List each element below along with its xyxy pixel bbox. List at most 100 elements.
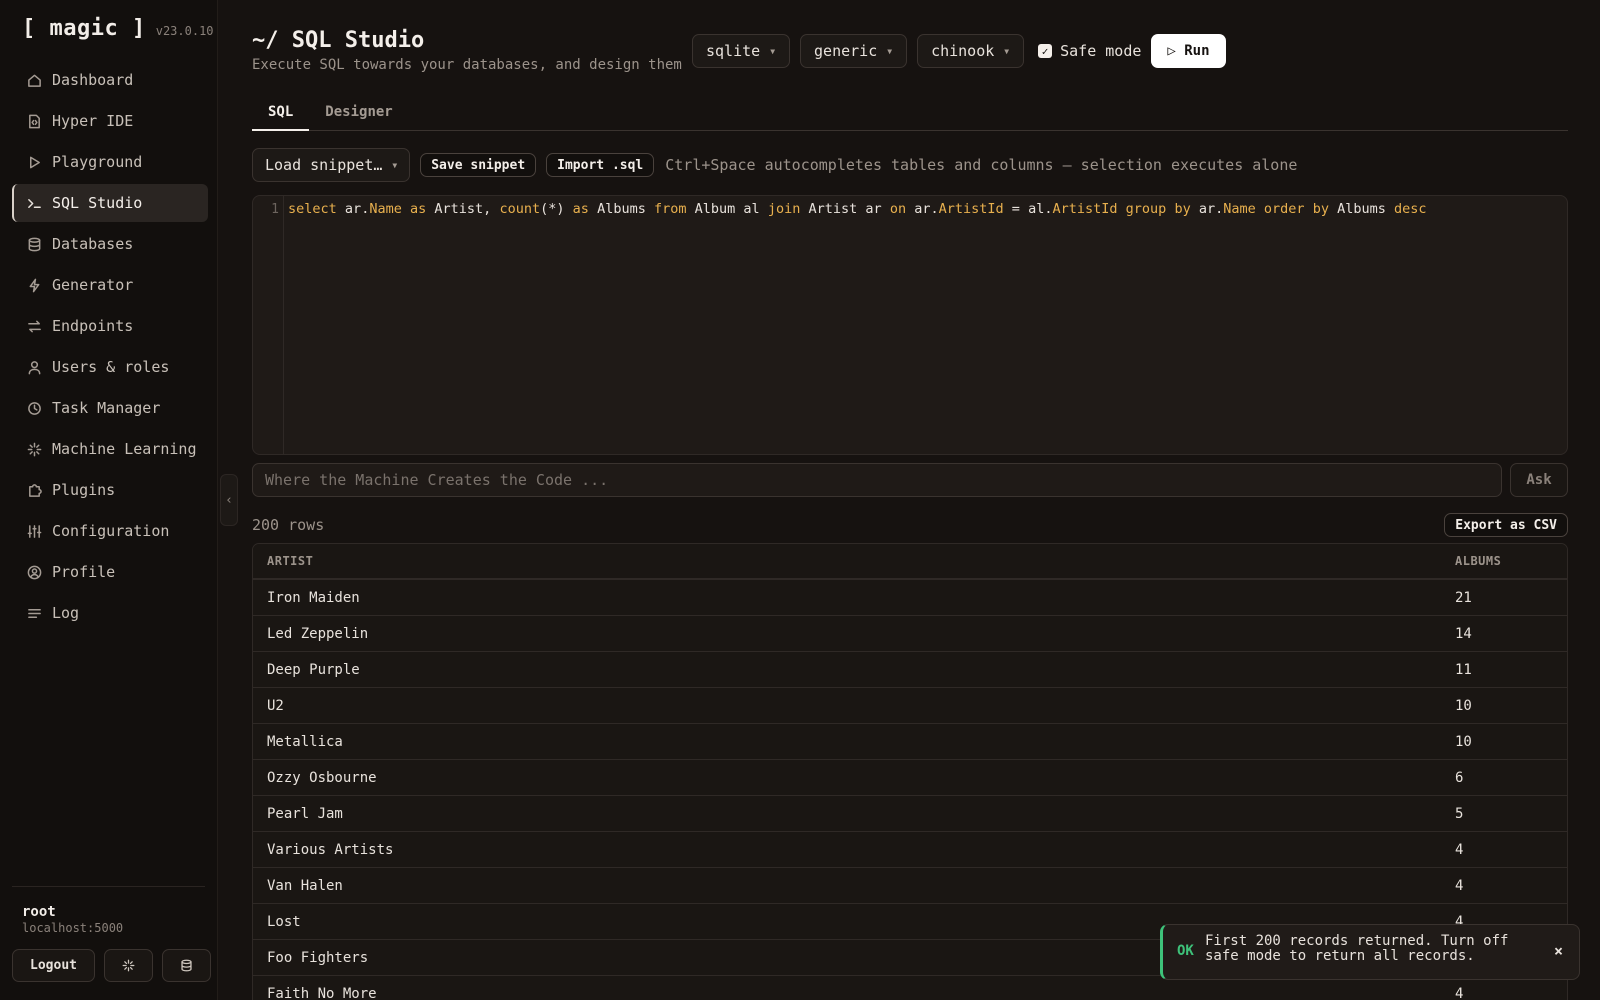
sidebar-item-label: Configuration [52, 522, 170, 540]
tab-sql[interactable]: SQL [252, 96, 310, 131]
sidebar-item-label: Playground [52, 153, 143, 171]
sliders-icon [26, 523, 42, 539]
cell-artist: Pearl Jam [267, 805, 343, 822]
cell-artist: Deep Purple [267, 661, 360, 678]
load-snippet-select[interactable]: Load snippet… ▼ [252, 148, 411, 182]
home-icon [26, 72, 42, 88]
ask-row: Ask [252, 463, 1568, 497]
sidebar: [ magic ] v23.0.10 Dashboard Hyper IDE P… [0, 0, 218, 1000]
cell-artist: Van Halen [267, 877, 343, 894]
sidebar-item-label: Hyper IDE [52, 112, 134, 130]
safe-mode-checkbox[interactable]: ✓ [1038, 44, 1053, 58]
database-icon [26, 236, 42, 252]
sidebar-item-label: Profile [52, 563, 116, 581]
cell-artist: Foo Fighters [267, 949, 369, 966]
sql-code-line[interactable]: select ar.Name as Artist, count(*) as Al… [288, 201, 1427, 217]
table-row[interactable]: Ozzy Osbourne 6 [253, 760, 1567, 796]
import-sql-button[interactable]: Import .sql [546, 153, 655, 177]
sidebar-item-hyper-ide[interactable]: Hyper IDE [12, 102, 208, 140]
editor-hint: Ctrl+Space autocompletes tables and colu… [665, 156, 1298, 174]
sidebar-item-dashboard[interactable]: Dashboard [12, 61, 208, 99]
sidebar-item-label: Log [52, 604, 80, 622]
sidebar-item-databases[interactable]: Databases [12, 225, 208, 263]
safe-mode-toggle[interactable]: ✓ Safe mode [1038, 42, 1141, 60]
ask-button[interactable]: Ask [1510, 463, 1568, 497]
sidebar-item-configuration[interactable]: Configuration [12, 512, 208, 550]
run-button[interactable]: ▷ Run [1151, 34, 1226, 68]
sidebar-item-endpoints[interactable]: Endpoints [12, 307, 208, 345]
table-row[interactable]: Van Halen 4 [253, 868, 1567, 904]
close-icon[interactable]: × [1554, 942, 1563, 960]
sidebar-item-playground[interactable]: Playground [12, 143, 208, 181]
editor-toolbar: Load snippet… ▼ Save snippet Import .sql… [252, 148, 1297, 182]
table-row[interactable]: Metallica 10 [253, 724, 1567, 760]
collapse-sidebar-button[interactable]: ‹ [220, 474, 238, 526]
sidebar-item-label: Dashboard [52, 71, 134, 89]
puzzle-icon [26, 482, 42, 498]
sidebar-buttons: Logout [12, 949, 211, 982]
page-subtitle: Execute SQL towards your databases, and … [252, 57, 682, 73]
sidebar-item-task-manager[interactable]: Task Manager [12, 389, 208, 427]
logout-button[interactable]: Logout [12, 949, 95, 982]
database-value: chinook [931, 42, 995, 60]
cell-albums: 4 [1455, 985, 1464, 1000]
arrows-icon [26, 318, 42, 334]
clock-icon [26, 400, 42, 416]
cell-albums: 21 [1455, 589, 1472, 606]
theme-button[interactable] [104, 949, 153, 982]
sidebar-item-profile[interactable]: Profile [12, 553, 208, 591]
chevron-down-icon: ▼ [887, 46, 893, 56]
column-header-artist[interactable]: ARTIST [267, 554, 313, 568]
cell-artist: Faith No More [267, 985, 377, 1000]
row-count: 200 rows [252, 516, 325, 534]
sidebar-item-label: Generator [52, 276, 134, 294]
user-circle-icon [26, 564, 42, 580]
export-csv-button[interactable]: Export as CSV [1444, 513, 1568, 537]
brand-logo[interactable]: [ magic ] [22, 16, 146, 41]
sidebar-item-plugins[interactable]: Plugins [12, 471, 208, 509]
sparkle-icon [26, 441, 42, 457]
main-content: ~/ SQL Studio Execute SQL towards your d… [252, 0, 1568, 1000]
cell-albums: 14 [1455, 625, 1472, 642]
save-snippet-button[interactable]: Save snippet [420, 153, 537, 177]
terminal-icon [26, 195, 42, 211]
database-type-value: sqlite [706, 42, 761, 60]
ask-input[interactable] [252, 463, 1502, 497]
sidebar-item-label: Plugins [52, 481, 116, 499]
editor-gutter: 1 [253, 196, 284, 454]
sidebar-item-label: Endpoints [52, 317, 134, 335]
play-icon [26, 154, 42, 170]
cell-artist: Lost [267, 913, 301, 930]
cell-artist: Metallica [267, 733, 343, 750]
table-row[interactable]: Various Artists 4 [253, 832, 1567, 868]
sidebar-item-machine-learning[interactable]: Machine Learning [12, 430, 208, 468]
sidebar-item-label: Machine Learning [52, 440, 197, 458]
chevron-down-icon: ▼ [392, 160, 398, 170]
tab-designer[interactable]: Designer [309, 96, 408, 131]
user-name: root [22, 904, 56, 920]
database-select[interactable]: chinook ▼ [917, 34, 1025, 68]
page-title: ~/ SQL Studio [252, 28, 425, 53]
table-header: ARTIST ALBUMS [253, 544, 1567, 580]
table-row[interactable]: Iron Maiden 21 [253, 580, 1567, 616]
table-row[interactable]: U2 10 [253, 688, 1567, 724]
sql-editor[interactable]: 1 select ar.Name as Artist, count(*) as … [252, 195, 1568, 455]
version-label: v23.0.10 [155, 24, 214, 38]
table-row[interactable]: Led Zeppelin 14 [253, 616, 1567, 652]
cell-artist: U2 [267, 697, 284, 714]
sidebar-divider [12, 886, 205, 887]
sidebar-item-generator[interactable]: Generator [12, 266, 208, 304]
database-type-select[interactable]: sqlite ▼ [692, 34, 791, 68]
line-number: 1 [271, 202, 279, 217]
column-header-albums[interactable]: ALBUMS [1455, 554, 1501, 568]
sidebar-item-users-roles[interactable]: Users & roles [12, 348, 208, 386]
toast-notification: OK First 200 records returned. Turn off … [1160, 924, 1580, 980]
connection-string-select[interactable]: generic ▼ [800, 34, 908, 68]
sidebar-item-sql-studio[interactable]: SQL Studio [12, 184, 208, 222]
table-row[interactable]: Pearl Jam 5 [253, 796, 1567, 832]
table-row[interactable]: Deep Purple 11 [253, 652, 1567, 688]
backend-button[interactable] [162, 949, 211, 982]
cell-artist: Various Artists [267, 841, 394, 858]
sidebar-item-log[interactable]: Log [12, 594, 208, 632]
cell-albums: 4 [1455, 877, 1464, 894]
